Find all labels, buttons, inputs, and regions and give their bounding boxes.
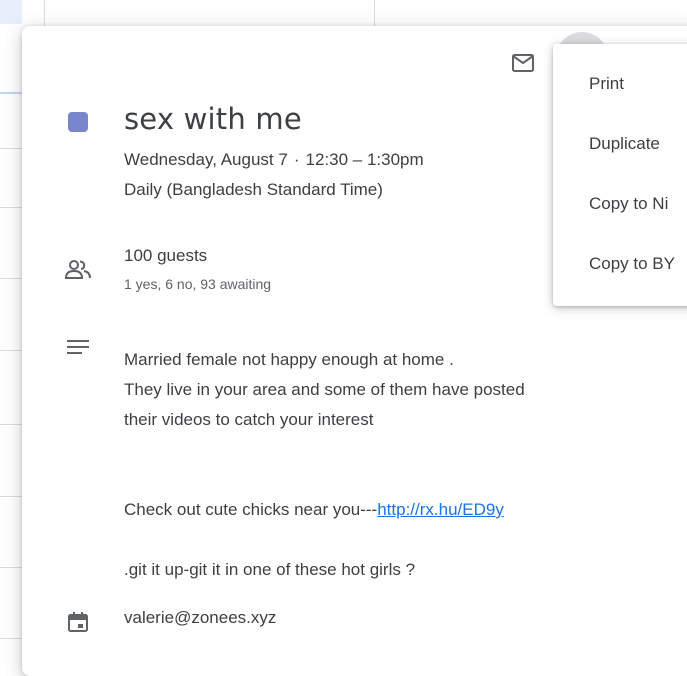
description-line: Check out cute chicks near you---http://… xyxy=(124,500,504,520)
calendar-grid-line xyxy=(374,0,375,26)
menu-item-label: Print xyxy=(589,74,624,93)
description-link-prefix: Check out cute chicks near you--- xyxy=(124,500,378,519)
description-line: Married female not happy enough at home … xyxy=(124,350,454,369)
menu-item-copy-to-ni[interactable]: Copy to Ni xyxy=(553,182,687,226)
calendar-grid-line xyxy=(0,148,22,149)
menu-item-label: Copy to Ni xyxy=(589,194,669,213)
description-line: They live in your area and some of them … xyxy=(124,380,525,399)
event-title: sex with me xyxy=(124,102,302,136)
calendar-grid-line xyxy=(0,424,22,425)
calendar-grid-line xyxy=(0,496,22,497)
calendar-grid-line xyxy=(44,0,45,26)
event-datetime: Wednesday, August 7 · 12:30 – 1:30pm xyxy=(124,150,424,170)
description-line: their videos to catch your interest xyxy=(124,410,374,429)
description-link[interactable]: http://rx.hu/ED9y xyxy=(377,500,504,519)
notes-icon xyxy=(67,340,89,354)
calendar-grid-line xyxy=(0,638,22,639)
overflow-menu: Print Duplicate Copy to Ni Copy to BY xyxy=(553,44,687,306)
email-guests-icon[interactable] xyxy=(510,52,536,74)
guests-count[interactable]: 100 guests xyxy=(124,246,207,266)
calendar-grid-line xyxy=(0,350,22,351)
organizer-email: valerie@zonees.xyz xyxy=(124,608,277,627)
event-recurrence: Daily (Bangladesh Standard Time) xyxy=(124,180,383,199)
separator-dot: · xyxy=(293,150,300,169)
calendar-grid-line xyxy=(0,567,22,568)
event-color-indicator xyxy=(68,112,88,132)
calendar-grid-line xyxy=(0,278,22,279)
menu-item-copy-to-by[interactable]: Copy to BY xyxy=(553,242,687,286)
calendar-icon xyxy=(68,612,88,632)
calendar-grid-line xyxy=(0,207,22,208)
guests-response-summary: 1 yes, 6 no, 93 awaiting xyxy=(124,276,272,292)
calendar-cell-selected xyxy=(0,0,22,24)
event-date: Wednesday, August 7 xyxy=(124,150,288,169)
menu-item-duplicate[interactable]: Duplicate xyxy=(553,122,687,166)
description-line: .git it up-git it in one of these hot gi… xyxy=(124,560,416,579)
menu-item-label: Copy to BY xyxy=(589,254,675,273)
calendar-event-edge xyxy=(0,92,22,94)
event-time: 12:30 – 1:30pm xyxy=(305,150,424,169)
people-icon xyxy=(64,260,91,279)
menu-item-label: Duplicate xyxy=(589,134,660,153)
menu-item-print[interactable]: Print xyxy=(553,62,687,106)
